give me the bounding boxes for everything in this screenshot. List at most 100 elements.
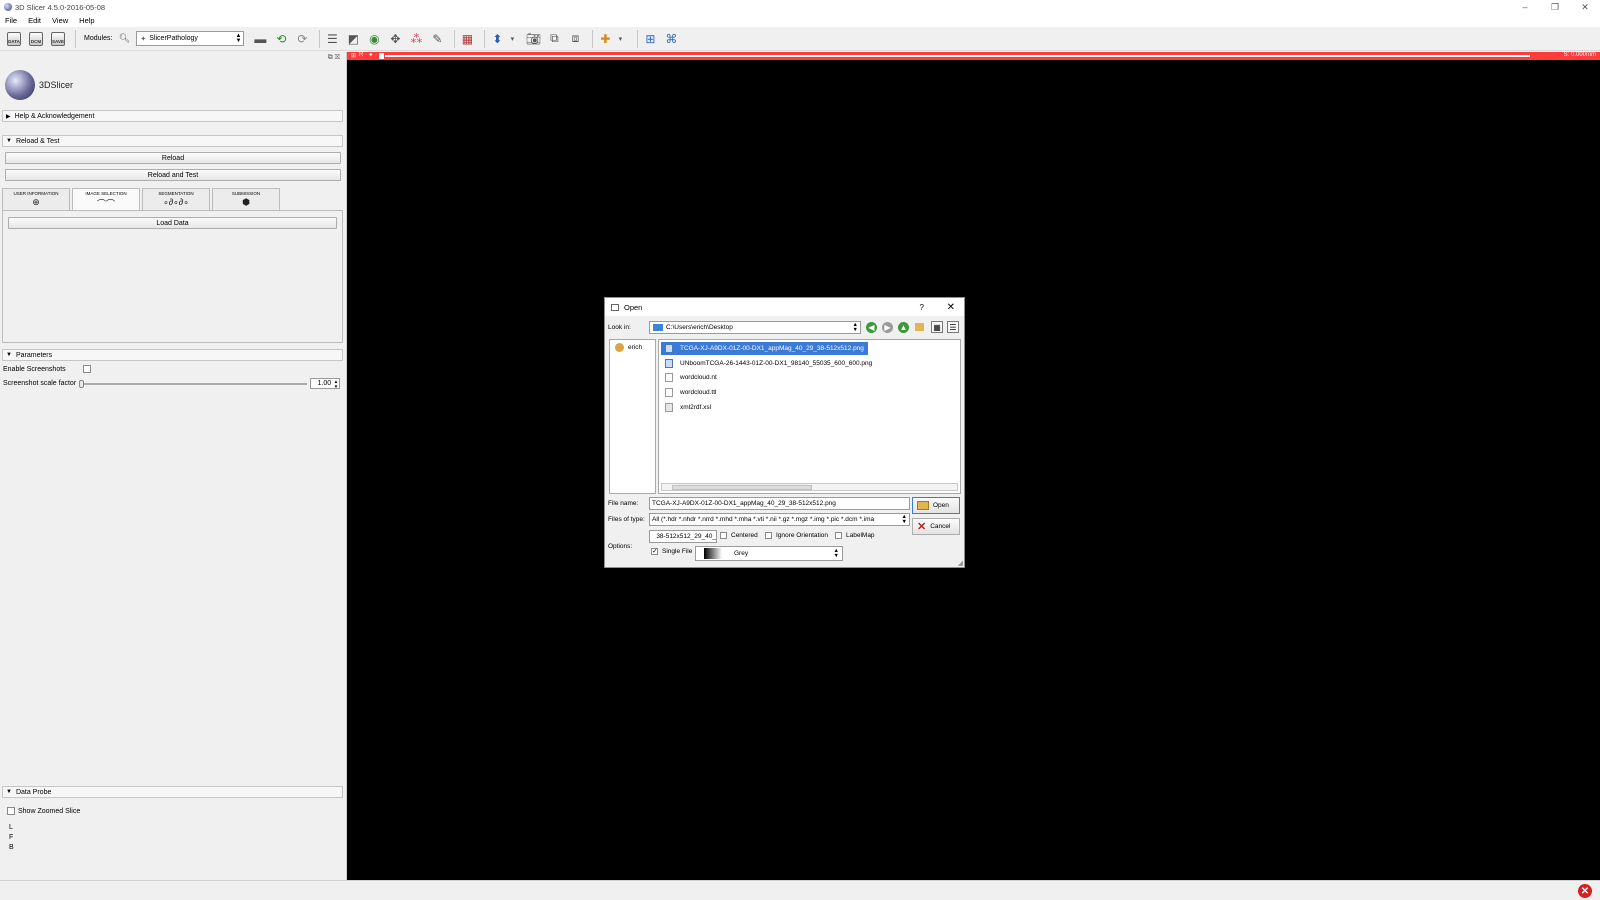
module-selector[interactable]: ✦ SlicerPathology ▲ ▼ xyxy=(136,31,245,46)
reload-test-section[interactable]: ▼ Reload & Test xyxy=(2,135,343,147)
node-name-input[interactable]: _40_29_38-512x512 xyxy=(649,530,717,543)
files-of-type-combo[interactable]: All (*.hdr *.nhdr *.nrrd *.mhd *.mha *.v… xyxy=(649,513,910,526)
probe-coordinates: L F B xyxy=(9,823,14,853)
load-dicom-button[interactable]: DCM xyxy=(27,30,45,48)
scale-factor-spinbox[interactable]: 1.00 ▲ ▼ xyxy=(310,378,341,389)
detail-view-icon[interactable]: ☰ xyxy=(947,321,959,333)
tab-image-selection[interactable]: IMAGE SELECTION ⌒⌒ xyxy=(72,188,140,211)
help-button[interactable]: ? xyxy=(920,303,924,312)
tab-user-information[interactable]: USER INFORMATION ⊕ xyxy=(2,188,70,210)
colormap-value: Grey xyxy=(734,550,749,557)
menu-view[interactable]: View xyxy=(52,16,68,25)
list-view-icon[interactable]: ▦ xyxy=(931,321,943,333)
error-log-icon[interactable]: ✕ xyxy=(1578,884,1592,898)
load-data-button[interactable]: Load Data xyxy=(8,217,337,229)
centered-checkbox[interactable] xyxy=(720,532,727,539)
labelmap-checkbox[interactable] xyxy=(835,532,842,539)
back-icon[interactable]: ◀ xyxy=(866,322,877,333)
menu-help[interactable]: Help xyxy=(79,16,94,25)
dialog-close-icon[interactable]: ✕ xyxy=(947,302,955,313)
slider-handle[interactable] xyxy=(79,379,85,388)
markups-icon[interactable]: ⁂ xyxy=(408,31,424,47)
file-name: wordcloud.ttl xyxy=(680,389,717,396)
place-fiducial-icon[interactable]: ✚ xyxy=(597,31,613,47)
sidebar-item-label: erich xyxy=(628,344,643,351)
list-item[interactable]: UNboomTCGA-26-1443-01Z-00-DX1_98140_5503… xyxy=(661,357,876,370)
grey-colormap-swatch xyxy=(704,548,722,559)
models-icon[interactable]: ◉ xyxy=(366,31,382,47)
image-selection-panel: Load Data xyxy=(2,210,343,343)
minimize-button[interactable]: – xyxy=(1510,0,1540,14)
volumes-icon[interactable]: ◩ xyxy=(345,31,361,47)
single-file-option[interactable]: ✓ Single File xyxy=(651,548,692,555)
screenshot-icon[interactable]: 📷︎ xyxy=(525,31,541,47)
colormap-combo[interactable]: Grey ▲ ▼ xyxy=(695,546,843,561)
slice-controller-bar[interactable]: ⊞ R ● S: 0.000mm xyxy=(347,52,1600,60)
list-item[interactable]: xml2rdf.xsl xyxy=(661,401,715,414)
sidebar-item-erich[interactable]: erich xyxy=(610,340,655,352)
load-data-button[interactable]: DATA xyxy=(5,30,23,48)
cancel-button[interactable]: ✕ Cancel xyxy=(912,518,960,535)
data-probe-section[interactable]: ▼ Data Probe xyxy=(2,786,343,798)
slice-pin-icon[interactable]: ⊞ xyxy=(351,52,356,59)
file-name-input[interactable]: TCGA-XJ-A9DX-01Z-00-DX1_appMag_40_29_38-… xyxy=(649,497,910,510)
user-folder-icon xyxy=(615,343,624,352)
save-button[interactable]: SAVE xyxy=(49,30,67,48)
python-console-icon[interactable]: ⌘ xyxy=(663,31,679,47)
parameters-section[interactable]: ▼ Parameters xyxy=(2,349,343,361)
menu-file[interactable]: File xyxy=(5,16,17,25)
tab-segmentation[interactable]: SEGMENTATION ∘∂∘∂∘ xyxy=(142,188,210,210)
reload-and-test-button[interactable]: Reload and Test xyxy=(5,169,341,181)
forward-icon[interactable]: ▶ xyxy=(882,322,893,333)
slice-offset-slider[interactable] xyxy=(385,55,1530,57)
editor-icon[interactable]: ✎ xyxy=(429,31,445,47)
restore-scene-icon[interactable]: ⧈ xyxy=(567,31,583,47)
transforms-icon[interactable]: ✥ xyxy=(387,31,403,47)
menu-edit[interactable]: Edit xyxy=(28,16,41,25)
dialog-window-icon xyxy=(611,303,619,311)
module-history-icon[interactable]: ▬ xyxy=(252,31,268,47)
forward-arrow-icon[interactable]: ⟳ xyxy=(294,31,310,47)
new-folder-icon[interactable] xyxy=(915,323,924,331)
data-module-icon[interactable]: ☰ xyxy=(324,31,340,47)
list-item[interactable]: wordcloud.ttl xyxy=(661,386,721,399)
crosshair-icon[interactable]: ⬍ xyxy=(489,31,505,47)
single-file-checkbox[interactable]: ✓ xyxy=(651,548,658,555)
scrollbar-thumb[interactable] xyxy=(672,485,812,490)
open-button[interactable]: Open xyxy=(912,497,960,514)
options-label: Options: xyxy=(608,543,633,550)
reload-button[interactable]: Reload xyxy=(5,152,341,164)
chevron-down-icon[interactable]: ▾ xyxy=(612,31,628,47)
scale-factor-slider[interactable] xyxy=(79,379,308,388)
ignore-orientation-checkbox[interactable] xyxy=(765,532,772,539)
horizontal-scrollbar[interactable] xyxy=(661,483,958,491)
ignore-orientation-option[interactable]: Ignore Orientation xyxy=(765,532,828,539)
tab-label: SUBMISSION xyxy=(231,191,261,196)
help-acknowledgement-section[interactable]: ▶ Help & Acknowledgement xyxy=(2,110,343,122)
scene-view-icon[interactable]: ⧉ xyxy=(546,31,562,47)
red-slice-viewer[interactable]: ⊞ R ● S: 0.000mm xyxy=(347,52,1600,880)
list-item[interactable]: TCGA-XJ-A9DX-01Z-00-DX1_appMag_40_29_38-… xyxy=(661,342,868,355)
panel-controls[interactable]: ⧉ ☒ xyxy=(328,54,340,62)
close-window-button[interactable]: ✕ xyxy=(1570,0,1600,14)
spin-arrows-icon[interactable]: ▲ ▼ xyxy=(334,379,338,389)
slice-offset-handle[interactable] xyxy=(379,53,384,59)
list-item[interactable]: wordcloud.nt xyxy=(661,371,721,384)
tab-submission[interactable]: SUBMISSION ⬢ xyxy=(212,188,280,210)
show-zoomed-slice-checkbox[interactable] xyxy=(7,807,15,815)
restore-button[interactable]: ❐ xyxy=(1540,0,1570,14)
chevron-down-icon[interactable]: ▾ xyxy=(504,31,520,47)
labelmap-option[interactable]: LabelMap xyxy=(835,532,875,539)
module-search-icon[interactable]: 🔍︎ xyxy=(116,31,132,47)
enable-screenshots-checkbox[interactable] xyxy=(82,365,91,373)
extension-manager-icon[interactable]: ⊞ xyxy=(642,31,658,47)
resize-grip-icon[interactable]: ◢ xyxy=(958,559,963,567)
parent-folder-icon[interactable]: ▲ xyxy=(898,322,909,333)
link-icon[interactable]: ● xyxy=(369,52,373,58)
chevron-updown-icon: ▲ ▼ xyxy=(901,514,907,525)
look-in-combo[interactable]: C:\Users\erich\Desktop ▲ ▼ xyxy=(649,321,861,334)
layout-icon[interactable]: ▦ xyxy=(459,31,475,47)
centered-option[interactable]: Centered xyxy=(720,532,758,539)
scale-factor-label: Screenshot scale factor xyxy=(3,380,77,387)
back-arrow-icon[interactable]: ⟲ xyxy=(273,31,289,47)
